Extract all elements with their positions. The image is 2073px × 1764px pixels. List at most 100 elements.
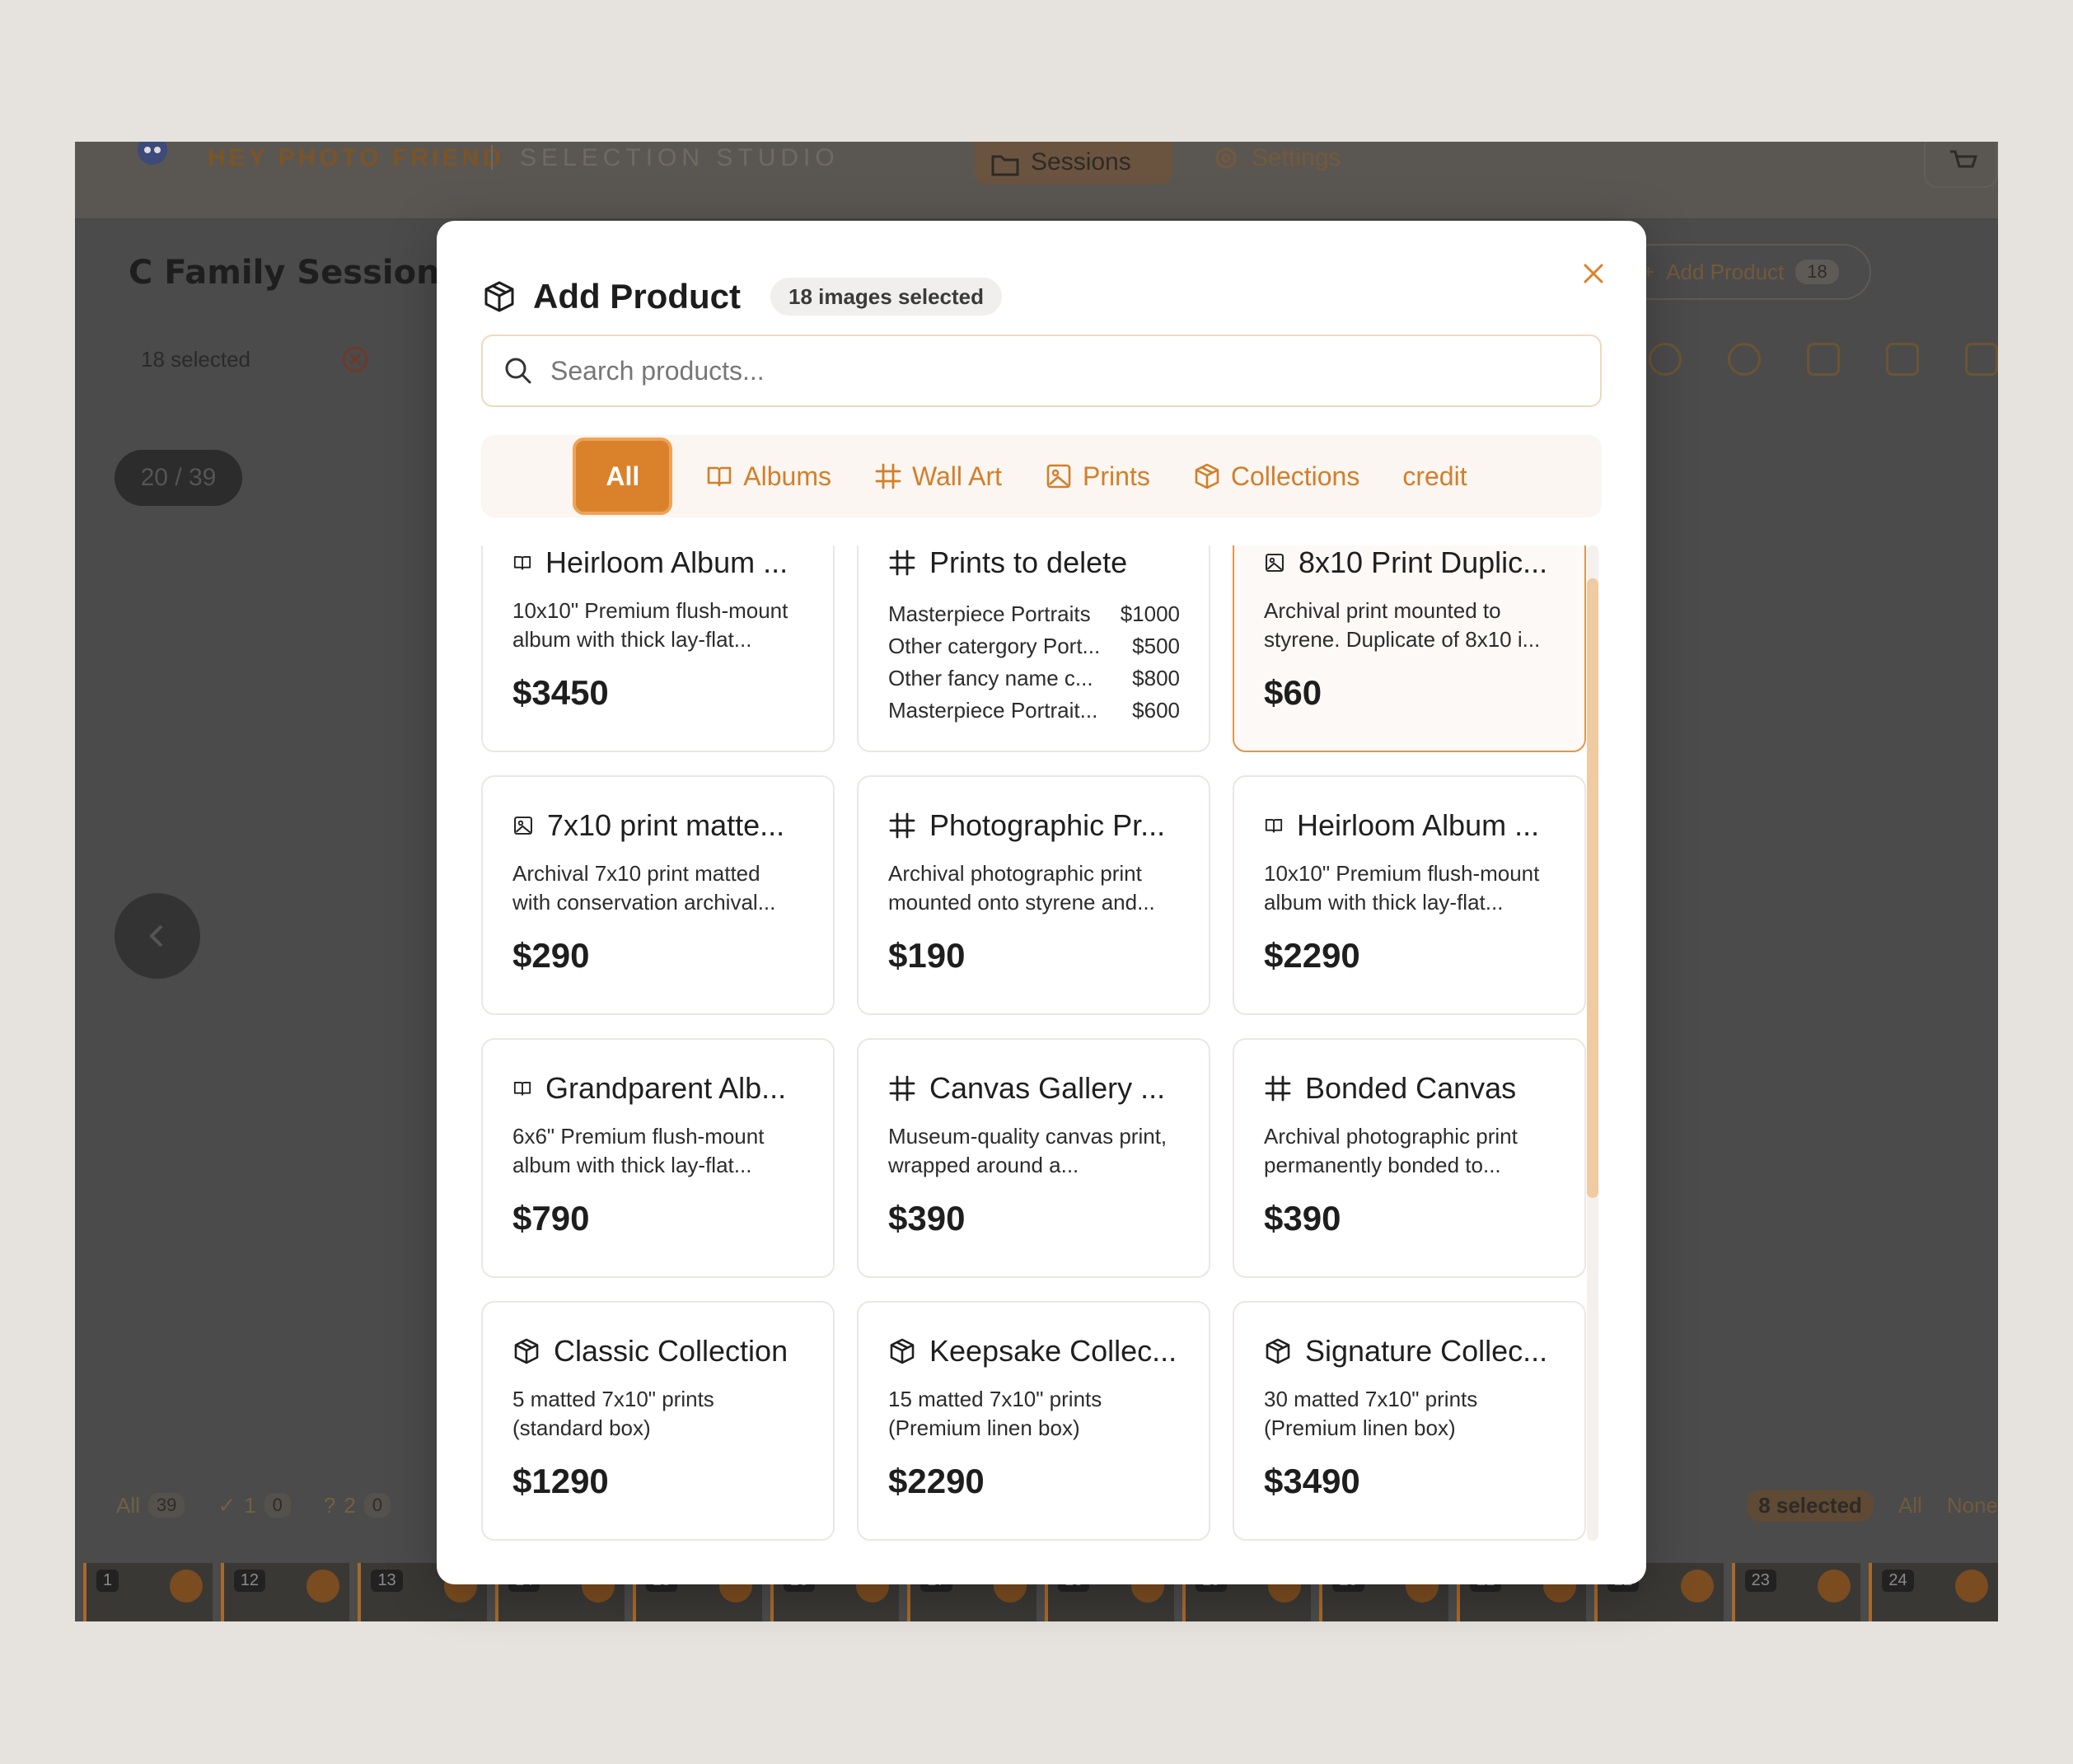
product-price: $3450 — [512, 673, 609, 712]
thumbnail-number: 13 — [371, 1570, 403, 1592]
product-title: Signature Collec... — [1305, 1334, 1548, 1368]
scrollbar[interactable] — [1587, 545, 1598, 1541]
modal-title: Add Product — [533, 277, 741, 316]
selection-filters: 8 selected All None — [1747, 1476, 1998, 1534]
image-icon — [1264, 552, 1285, 573]
product-price: $60 — [1264, 673, 1322, 712]
product-card[interactable]: Canvas Gallery ... Museum-quality canvas … — [857, 1038, 1210, 1278]
box-icon — [484, 281, 514, 312]
filter-all[interactable]: All 39 — [116, 1493, 185, 1518]
product-title-row: Signature Collec... — [1264, 1331, 1556, 1372]
box-icon — [1193, 462, 1221, 490]
tab-credit[interactable]: credit — [1392, 437, 1476, 515]
product-card[interactable]: Heirloom Album ... 10x10" Premium flush-m… — [481, 545, 835, 752]
nav-settings-label: Settings — [1252, 144, 1341, 171]
thumbnail-check-icon — [1955, 1570, 1989, 1603]
product-title: Canvas Gallery ... — [929, 1071, 1166, 1105]
product-description: 30 matted 7x10" prints (Premium linen bo… — [1264, 1387, 1478, 1440]
clear-selection-icon[interactable] — [341, 345, 369, 373]
thumbnail-check-icon — [307, 1570, 340, 1603]
price-list-price: $500 — [1132, 634, 1180, 658]
product-price: $390 — [888, 1199, 966, 1238]
product-card[interactable]: Bonded Canvas Archival photographic print… — [1233, 1038, 1586, 1278]
product-card[interactable]: Heirloom Album ... 10x10" Premium flush-m… — [1233, 775, 1586, 1015]
product-description: Archival 7x10 print matted with conserva… — [512, 861, 776, 915]
product-card[interactable]: Signature Collec... 30 matted 7x10" print… — [1233, 1301, 1586, 1541]
product-card[interactable]: Keepsake Collec... 15 matted 7x10" prints… — [857, 1301, 1210, 1541]
thumbnail-number: 23 — [1744, 1570, 1776, 1592]
frame-icon — [888, 1074, 916, 1102]
view-toolbar — [1649, 331, 1998, 387]
product-title: Heirloom Album ... — [545, 545, 788, 579]
product-description: Archival print mounted to styrene. Dupli… — [1264, 598, 1541, 652]
zoom-icon[interactable] — [1649, 343, 1682, 376]
nav-sessions[interactable]: Sessions — [975, 142, 1172, 185]
search-input[interactable] — [550, 355, 1539, 386]
product-card[interactable]: Prints to delete Masterpiece Portraits $10… — [857, 545, 1210, 752]
product-price: $3490 — [1264, 1462, 1360, 1500]
book-icon — [1264, 816, 1284, 835]
tab-prints[interactable]: Prints — [1035, 437, 1160, 515]
price-list-name: Other fancy name c... — [888, 666, 1093, 690]
filter-maybe[interactable]: ? 2 0 — [324, 1493, 391, 1518]
price-list-price: $1000 — [1120, 601, 1180, 626]
book-icon — [705, 462, 733, 490]
thumbnail-check-icon — [169, 1570, 203, 1603]
tab-collections[interactable]: Collections — [1183, 437, 1370, 515]
top-bar: HEY PHOTO FRIEND SELECTION STUDIO Sessio… — [75, 142, 1998, 220]
product-title: Photographic Pr... — [929, 808, 1166, 842]
cart-button[interactable] — [1924, 142, 1998, 188]
select-all-button[interactable]: All — [1898, 1493, 1922, 1518]
product-title-row: 7x10 print matte... — [512, 805, 804, 846]
tab-wall-art[interactable]: Wall Art — [864, 437, 1012, 515]
product-card[interactable]: 7x10 print matte... Archival 7x10 print m… — [481, 775, 835, 1015]
grid-view-icon[interactable] — [1886, 343, 1919, 376]
price-list-name: Other catergory Port... — [888, 634, 1101, 658]
frame-icon — [1264, 1074, 1292, 1102]
filter-all-count: 39 — [147, 1493, 185, 1518]
product-card[interactable]: Photographic Pr... Archival photographic … — [857, 775, 1210, 1015]
price-list: Masterpiece Portraits $1000 Other catergor… — [888, 598, 1180, 727]
filter-liked[interactable]: ✓ 1 0 — [218, 1493, 291, 1518]
scrollbar-thumb[interactable] — [1587, 578, 1598, 1198]
price-list-row: Other catergory Port... $500 — [888, 630, 1180, 662]
product-title: Prints to delete — [929, 545, 1128, 579]
add-product-button[interactable]: + Add Product 18 — [1624, 244, 1871, 300]
product-title-row: Keepsake Collec... — [888, 1331, 1180, 1372]
thumbnail-number: 1 — [96, 1570, 119, 1592]
single-view-icon[interactable] — [1807, 343, 1840, 376]
product-title: 7x10 print matte... — [547, 808, 785, 842]
product-description: 10x10" Premium flush-mount album with th… — [1264, 861, 1540, 915]
tab-albums[interactable]: Albums — [695, 437, 841, 515]
price-list-row: Other fancy name c... $800 — [888, 662, 1180, 695]
thumbnail-number: 24 — [1882, 1570, 1914, 1592]
frame-icon — [888, 549, 916, 577]
selected-filter[interactable]: 8 selected — [1747, 1489, 1874, 1522]
previous-image-button[interactable] — [115, 893, 200, 979]
product-title: Heirloom Album ... — [1297, 808, 1540, 842]
filter-maybe-count: 0 — [363, 1493, 391, 1518]
product-title: Bonded Canvas — [1305, 1071, 1517, 1105]
product-title-row: Classic Collection — [512, 1331, 804, 1372]
chevron-left-icon — [149, 924, 163, 948]
session-title: C Family Session — [129, 254, 440, 292]
search-box — [481, 335, 1602, 407]
filmstrip-thumbnail[interactable]: 12 — [220, 1563, 350, 1621]
filmstrip-thumbnail[interactable]: 23 — [1731, 1563, 1861, 1621]
product-card[interactable]: Classic Collection 5 matted 7x10" prints … — [481, 1301, 835, 1541]
tab-label: Prints — [1083, 461, 1150, 491]
product-description: 15 matted 7x10" prints (Premium linen bo… — [888, 1387, 1102, 1440]
filmstrip-thumbnail[interactable]: 24 — [1869, 1563, 1998, 1621]
category-tabs: All Albums Wall Art Prints Collections credit — [481, 435, 1602, 517]
frame-icon — [874, 462, 902, 490]
nav-settings[interactable]: Settings — [1212, 142, 1341, 175]
compare-view-icon[interactable] — [1965, 343, 1998, 376]
close-button[interactable] — [1575, 255, 1612, 292]
product-card[interactable]: 8x10 Print Duplic... Archival print mount… — [1233, 545, 1586, 752]
select-none-button[interactable]: None — [1947, 1493, 1998, 1518]
tab-all[interactable]: All — [573, 437, 673, 515]
rotate-icon[interactable] — [1728, 343, 1761, 376]
filmstrip-thumbnail[interactable]: 1 — [83, 1563, 213, 1621]
product-card[interactable]: Grandparent Alb... 6x6" Premium flush-mou… — [481, 1038, 835, 1278]
add-product-count: 18 — [1795, 260, 1839, 284]
